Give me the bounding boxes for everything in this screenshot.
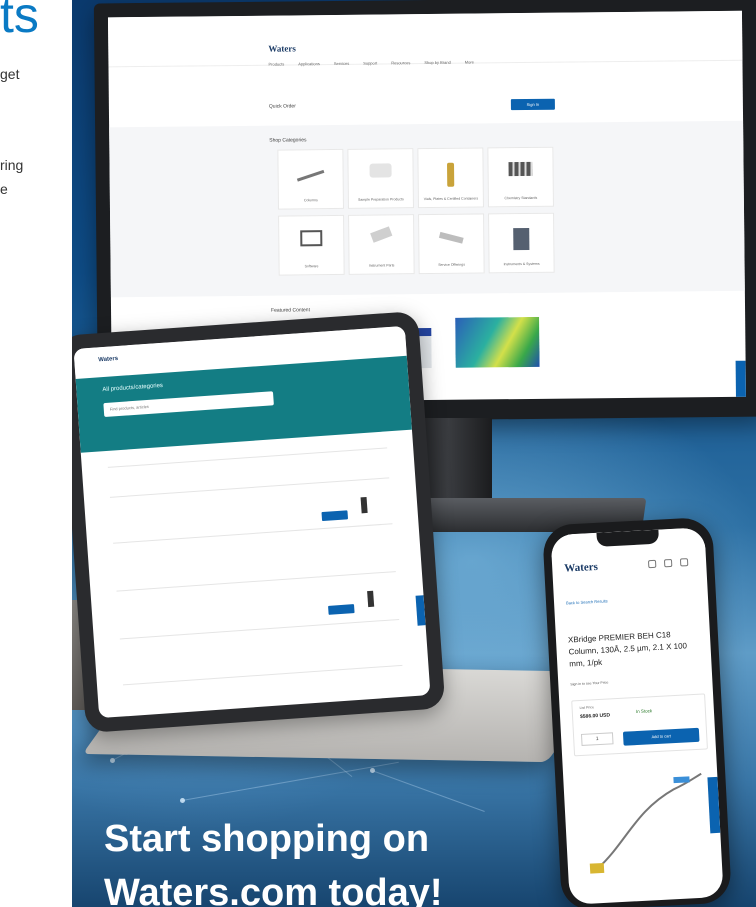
waters-logo[interactable]: Waters bbox=[268, 43, 296, 53]
waters-logo[interactable]: Waters bbox=[98, 356, 118, 363]
network-line bbox=[371, 770, 485, 812]
category-label: Columns bbox=[303, 198, 318, 203]
quick-order-label: Quick Order bbox=[268, 103, 296, 110]
page: ts get ring e Waters Products Applicatio… bbox=[0, 0, 756, 907]
site-header: Waters Products Applications Services Su… bbox=[107, 10, 743, 68]
divider bbox=[113, 523, 393, 544]
user-icon[interactable] bbox=[663, 558, 673, 568]
menu-icon[interactable] bbox=[679, 558, 689, 567]
body-text-fragment: e bbox=[0, 181, 8, 197]
site-nav: Products Applications Services Support R… bbox=[268, 60, 473, 67]
add-to-cart-button[interactable] bbox=[321, 510, 349, 522]
waters-logo[interactable]: Waters bbox=[564, 561, 598, 575]
tablet-device: Waters All products/categories Find prod… bbox=[72, 310, 446, 734]
category-label: Chemistry Standards bbox=[504, 195, 538, 201]
product-thumbnail bbox=[367, 590, 375, 608]
product-thumbnail bbox=[360, 496, 368, 514]
vial-icon bbox=[447, 162, 455, 187]
category-tile[interactable]: Columns bbox=[277, 148, 344, 210]
category-label: Vials, Plates & Certified Containers bbox=[423, 196, 479, 202]
sign-in-button[interactable]: Sign In bbox=[510, 98, 555, 111]
category-tile[interactable]: Sample Preparation Products bbox=[347, 148, 414, 209]
section-heading-fragment: ts bbox=[0, 0, 39, 43]
category-label: Service Offerings bbox=[438, 262, 465, 267]
divider bbox=[107, 447, 388, 468]
service-icon bbox=[438, 229, 464, 244]
category-label: Software bbox=[304, 264, 319, 269]
category-label: Sample Preparation Products bbox=[358, 197, 404, 202]
feedback-tab[interactable] bbox=[415, 595, 426, 626]
featured-card[interactable] bbox=[455, 316, 540, 380]
featured-title: Featured Content bbox=[271, 307, 310, 314]
heatmap-image bbox=[455, 316, 540, 368]
network-line bbox=[182, 761, 399, 801]
column-product-image bbox=[589, 772, 702, 874]
hero-image: Waters Products Applications Services Su… bbox=[72, 0, 756, 907]
parts-icon bbox=[370, 226, 393, 243]
category-tile[interactable]: Instrument Parts bbox=[348, 214, 415, 275]
price-box bbox=[571, 693, 708, 757]
feedback-tab[interactable] bbox=[735, 360, 746, 404]
nav-item[interactable]: Applications bbox=[298, 61, 320, 66]
nav-item[interactable]: Resources bbox=[391, 60, 410, 65]
add-to-cart-button[interactable] bbox=[328, 604, 355, 615]
search-icon[interactable] bbox=[647, 559, 657, 569]
network-node bbox=[180, 798, 185, 803]
nav-item[interactable]: Shop by Brand bbox=[424, 60, 451, 65]
hero-headline-line-2: Waters.com today! bbox=[104, 872, 443, 907]
nav-item[interactable]: More bbox=[465, 60, 474, 65]
network-node bbox=[370, 768, 375, 773]
nav-item[interactable]: Support bbox=[363, 61, 377, 66]
category-tile[interactable]: Chemistry Standards bbox=[487, 146, 554, 208]
sign-in-note[interactable]: Sign in to see Your Price bbox=[570, 680, 608, 686]
product-title: XBridge PREMIER BEH C18 Column, 130Å, 2.… bbox=[567, 630, 688, 669]
nav-item[interactable]: Products bbox=[268, 62, 284, 67]
nav-item[interactable]: Services bbox=[334, 61, 349, 66]
divider bbox=[116, 571, 396, 592]
category-tile[interactable]: Vials, Plates & Certified Containers bbox=[417, 147, 484, 209]
mobile-phone: Waters Back to Search Results XBridge PR… bbox=[542, 516, 732, 907]
back-link[interactable]: Back to Search Results bbox=[566, 598, 608, 605]
standards-icon bbox=[508, 161, 533, 177]
stock-status: In Stock bbox=[635, 708, 653, 715]
sample-prep-icon bbox=[369, 163, 392, 178]
column-icon bbox=[296, 164, 325, 182]
quantity-field[interactable]: 1 bbox=[580, 732, 614, 746]
hero-headline: Start shopping on bbox=[104, 818, 430, 860]
category-label: Instruments & Systems bbox=[503, 261, 540, 267]
category-tile[interactable]: Software bbox=[278, 214, 345, 276]
category-tile[interactable]: Service Offerings bbox=[418, 213, 485, 275]
left-column: ts get ring e bbox=[0, 0, 72, 907]
divider bbox=[119, 618, 400, 640]
category-label: Instrument Parts bbox=[368, 263, 395, 268]
divider bbox=[123, 664, 403, 686]
body-text-fragment: get bbox=[0, 66, 20, 82]
body-text-fragment: ring bbox=[0, 157, 24, 173]
tablet-screen: Waters All products/categories Find prod… bbox=[73, 325, 431, 719]
phone-screen: Waters Back to Search Results XBridge PR… bbox=[550, 527, 724, 905]
categories-title: Shop Categories bbox=[269, 137, 307, 144]
software-icon bbox=[300, 230, 323, 247]
network-node bbox=[110, 758, 115, 763]
instrument-icon bbox=[513, 227, 530, 251]
category-tile[interactable]: Instruments & Systems bbox=[488, 212, 555, 274]
divider bbox=[109, 477, 390, 498]
price-label: List Price bbox=[579, 705, 595, 710]
